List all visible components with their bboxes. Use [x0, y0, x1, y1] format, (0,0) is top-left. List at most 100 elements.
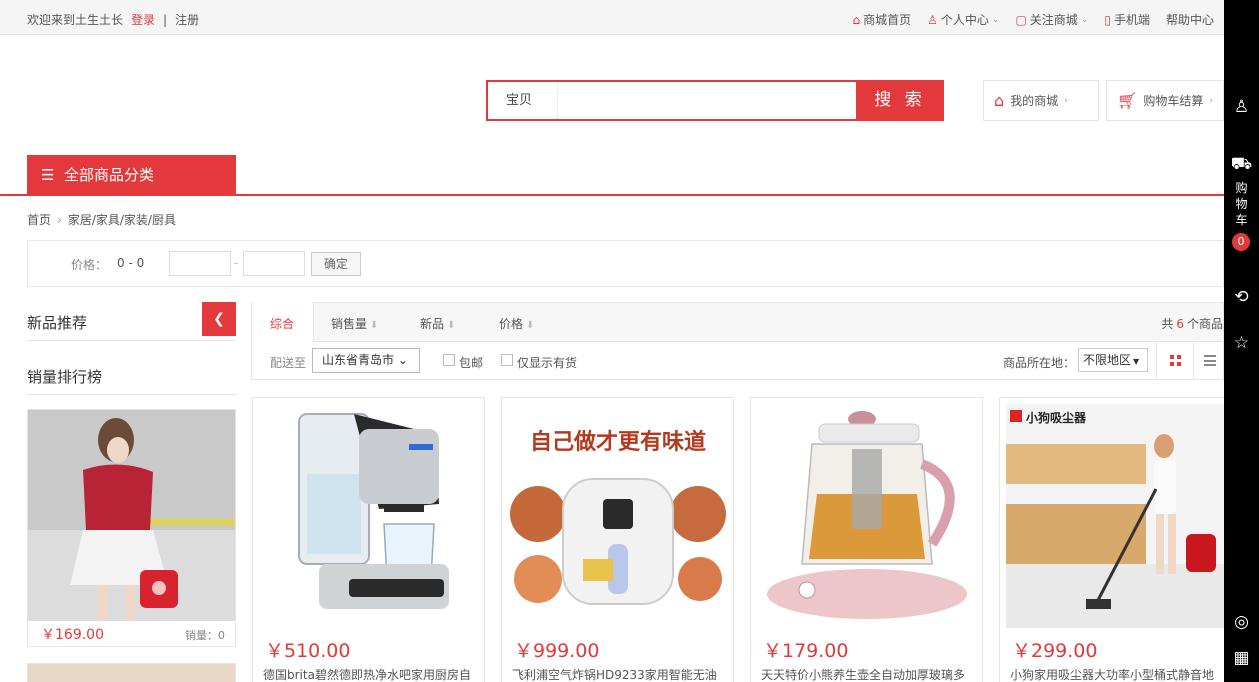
bookmark-icon: ▢	[1015, 12, 1027, 27]
toolbar-cart-label[interactable]: 购物车	[1224, 180, 1259, 228]
product-price: ￥999.00	[514, 640, 600, 662]
divider	[27, 394, 236, 395]
price-min-input[interactable]	[169, 251, 231, 276]
mall-home-link[interactable]: ⌂ 商城首页	[852, 11, 911, 28]
chevron-down-icon: ⌄	[397, 353, 408, 367]
location-label: 商品所在地：	[1003, 356, 1076, 370]
ship-to-label: 配送至	[270, 356, 307, 370]
history-icon[interactable]: ⟲	[1224, 287, 1259, 307]
location-select[interactable]: 不限地区 ▼	[1078, 348, 1148, 372]
breadcrumb-category[interactable]: 家居/家具/家装/厨具	[68, 213, 176, 227]
grid-view-button[interactable]	[1156, 342, 1194, 380]
right-toolbar: ♙ ⛟ 购物车 0 ⟲ ☆ ◎ ▦	[1224, 0, 1259, 682]
filter-bar: 配送至 山东省青岛市 ⌄ 包邮 仅显示有货 商品所在地： 不限地区 ▼	[251, 342, 1224, 380]
list-view-button[interactable]	[1204, 355, 1216, 366]
mobile-link[interactable]: ▯ 手机端	[1104, 11, 1150, 28]
product-price: ￥510.00	[265, 640, 351, 662]
product-card[interactable]: 小狗吸尘器 ￥299.00 小狗家用吸尘器大功率小型桶式静音地	[999, 397, 1232, 682]
search-button[interactable]: 搜 索	[856, 82, 944, 119]
store-icon: ⌂	[994, 91, 1005, 110]
user-center-link[interactable]: ♙ 个人中心 ⌄	[927, 11, 999, 28]
count-prefix: 共	[1161, 317, 1174, 331]
product-image[interactable]: 自己做才更有味道	[508, 404, 728, 628]
price-max-input[interactable]	[243, 251, 305, 276]
top-bar-links: ⌂ 商城首页 ♙ 个人中心 ⌄ ▢ 关注商城 ⌄ ▯ 手机端 帮助中心	[852, 11, 1214, 28]
caret-down-icon: ▼	[1133, 357, 1140, 366]
location-value: 不限地区	[1083, 353, 1132, 367]
sort-sales[interactable]: 销售量 ⬇	[331, 315, 378, 332]
page: 欢迎来到土生土长 登录 | 注册 ⌂ 商城首页 ♙ 个人中心 ⌄ ▢ 关注商城 ⌄ ▯ 手机端 帮…	[0, 0, 1259, 682]
price-filter: 价格： 0 - 0 - 确定	[27, 240, 1224, 287]
count-suffix: 个商品	[1186, 317, 1223, 331]
arrow-down-icon: ⬇	[526, 320, 535, 331]
price-confirm-button[interactable]: 确定	[311, 252, 361, 276]
price-dash: -	[234, 256, 239, 270]
product-image[interactable]	[757, 404, 977, 628]
star-icon[interactable]: ☆	[1224, 333, 1259, 353]
product-sales: 销量：0	[185, 629, 225, 642]
sidebar-product-card[interactable]: ￥169.00 销量：0	[27, 409, 236, 647]
product-price: ￥299.00	[1012, 640, 1098, 662]
welcome-text: 欢迎来到土生土长	[27, 13, 124, 27]
search-input[interactable]	[558, 82, 856, 119]
chevron-down-icon: ⌄	[991, 14, 1000, 25]
login-link[interactable]: 登录	[131, 13, 155, 27]
product-image[interactable]	[28, 410, 235, 621]
my-mall-label: 我的商城	[1010, 94, 1059, 108]
all-categories-menu[interactable]: ☰ 全部商品分类	[27, 155, 236, 195]
chevron-right-icon: ›	[57, 213, 62, 227]
my-mall-button[interactable]: ⌂ 我的商城 ›	[983, 80, 1099, 121]
sort-new[interactable]: 新品 ⬇	[420, 315, 455, 332]
cart-icon[interactable]: ⛟	[1224, 154, 1259, 176]
cart-icon: 🛒︎	[1117, 91, 1138, 110]
cart-checkout-button[interactable]: 🛒︎ 购物车结算 ›	[1106, 80, 1224, 121]
product-banner-text: 自己做才更有味道	[530, 429, 706, 455]
free-shipping-checkbox[interactable]	[443, 354, 455, 366]
sort-sales-label: 销售量	[331, 317, 368, 331]
user-center-label: 个人中心	[940, 13, 989, 27]
cart-count-badge: 0	[1232, 233, 1250, 251]
product-card[interactable]: ￥179.00 天天特价小熊养生壶全自动加厚玻璃多	[750, 397, 983, 682]
sort-new-label: 新品	[420, 317, 445, 331]
sort-price[interactable]: 价格 ⬇	[499, 315, 534, 332]
search-category-select[interactable]: 宝贝	[488, 82, 558, 119]
product-name[interactable]: 飞利浦空气炸锅HD9233家用智能无油	[512, 666, 724, 682]
sort-comprehensive[interactable]: 综合	[270, 315, 294, 332]
product-card[interactable]: 自己做才更有味道 ￥999.00 飞利浦空气炸锅HD9233家用智能无油	[501, 397, 734, 682]
all-categories-label: 全部商品分类	[64, 166, 155, 184]
cart-checkout-label: 购物车结算	[1143, 94, 1204, 108]
mall-home-label: 商城首页	[863, 13, 912, 27]
price-label: 价格：	[71, 258, 108, 272]
menu-icon: ☰	[41, 166, 55, 184]
product-brand-text: 小狗吸尘器	[1026, 410, 1087, 425]
top-bar-left: 欢迎来到土生土长 登录 | 注册	[27, 11, 199, 28]
sidebar-product-card[interactable]	[27, 663, 236, 682]
user-icon[interactable]: ♙	[1224, 97, 1259, 117]
qrcode-icon[interactable]: ▦	[1224, 648, 1259, 668]
product-count: 共 6 个商品	[1161, 315, 1223, 332]
arrow-down-icon: ⬇	[370, 320, 379, 331]
follow-mall-link[interactable]: ▢ 关注商城 ⌄	[1015, 11, 1088, 28]
product-image[interactable]: 小狗吸尘器	[1006, 404, 1226, 628]
headset-icon[interactable]: ◎	[1224, 612, 1259, 632]
phone-icon: ▯	[1104, 12, 1111, 27]
register-link[interactable]: 注册	[175, 13, 199, 27]
help-center-link[interactable]: 帮助中心	[1166, 11, 1214, 28]
product-image[interactable]	[259, 404, 479, 628]
mobile-label: 手机端	[1113, 13, 1150, 27]
product-name[interactable]: 小狗家用吸尘器大功率小型桶式静音地	[1010, 666, 1222, 682]
in-stock-label: 仅显示有货	[517, 356, 578, 370]
ship-to-select[interactable]: 山东省青岛市 ⌄	[312, 348, 420, 373]
count-number: 6	[1176, 317, 1184, 331]
breadcrumb-home[interactable]: 首页	[27, 213, 51, 227]
follow-mall-label: 关注商城	[1029, 13, 1078, 27]
top-bar: 欢迎来到土生土长 登录 | 注册 ⌂ 商城首页 ♙ 个人中心 ⌄ ▢ 关注商城 ⌄ ▯ 手机端 帮…	[0, 0, 1224, 35]
product-card[interactable]: ￥510.00 德国brita碧然德即热净水吧家用厨房自	[252, 397, 485, 682]
in-stock-checkbox[interactable]	[501, 354, 513, 366]
prev-arrow-button[interactable]: ❮	[202, 302, 236, 336]
help-center-label: 帮助中心	[1165, 13, 1214, 27]
ship-to-value: 山东省青岛市	[322, 353, 395, 367]
product-name[interactable]: 天天特价小熊养生壶全自动加厚玻璃多	[761, 666, 973, 682]
divider	[27, 340, 236, 341]
product-name[interactable]: 德国brita碧然德即热净水吧家用厨房自	[263, 666, 475, 682]
